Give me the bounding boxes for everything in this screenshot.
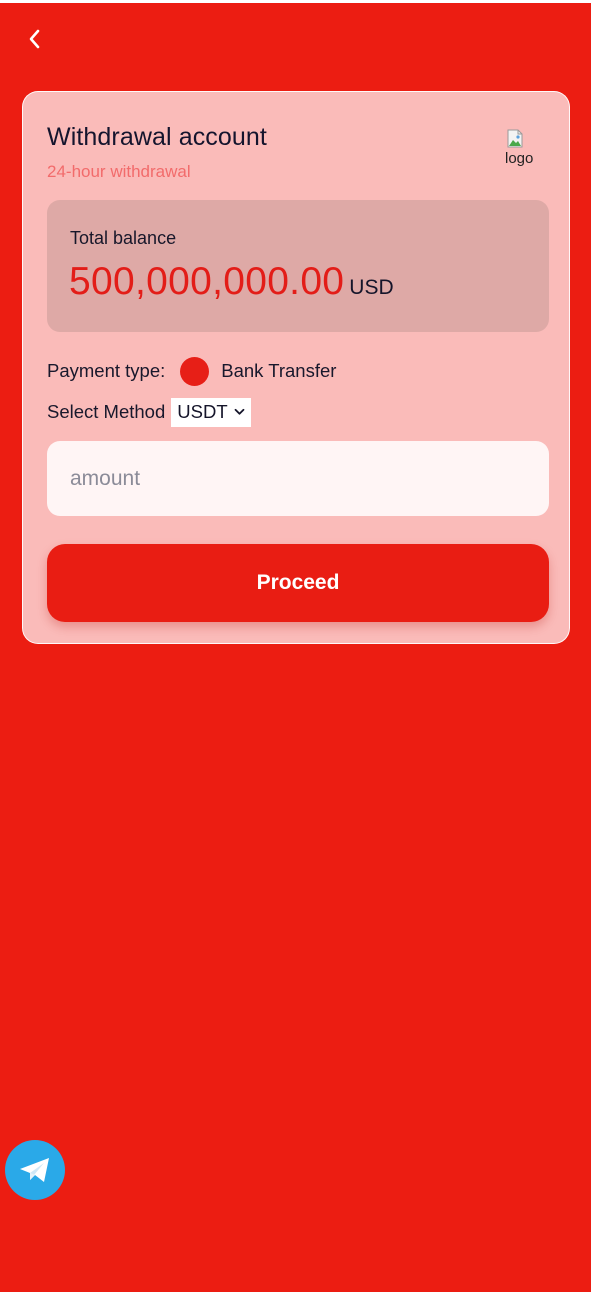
card-subtitle: 24-hour withdrawal (47, 162, 191, 181)
card-title: Withdrawal account (47, 123, 267, 151)
amount-input[interactable] (47, 441, 549, 516)
back-button[interactable] (18, 21, 50, 57)
chevron-left-icon (29, 29, 40, 49)
select-method-label: Select Method (47, 401, 166, 422)
proceed-button[interactable]: Proceed (47, 544, 549, 622)
logo-image: logo (505, 129, 545, 173)
balance-value: 500,000,000.00 (69, 260, 345, 303)
payment-type-label: Payment type: (47, 360, 166, 381)
balance-amount: 500,000,000.00 USD (69, 260, 394, 304)
select-method-row: Select Method USDT (47, 397, 251, 427)
withdrawal-screen: Withdrawal account 24-hour withdrawal lo… (0, 3, 591, 1292)
balance-label: Total balance (70, 228, 177, 248)
balance-currency: USD (349, 276, 394, 299)
bank-transfer-option-label[interactable]: Bank Transfer (221, 360, 336, 382)
broken-image-icon (507, 129, 523, 148)
telegram-button[interactable] (5, 1140, 65, 1200)
method-select-value: USDT (177, 401, 228, 422)
bank-transfer-radio[interactable] (180, 356, 210, 386)
logo-alt-text: logo (505, 150, 534, 167)
chevron-down-icon (234, 408, 245, 415)
payment-type-row: Payment type: Bank Transfer (47, 356, 336, 386)
balance-box: Total balance 500,000,000.00 USD (47, 200, 549, 332)
withdrawal-card: Withdrawal account 24-hour withdrawal lo… (22, 91, 570, 644)
method-select[interactable]: USDT (171, 397, 251, 427)
telegram-icon (20, 1158, 49, 1182)
